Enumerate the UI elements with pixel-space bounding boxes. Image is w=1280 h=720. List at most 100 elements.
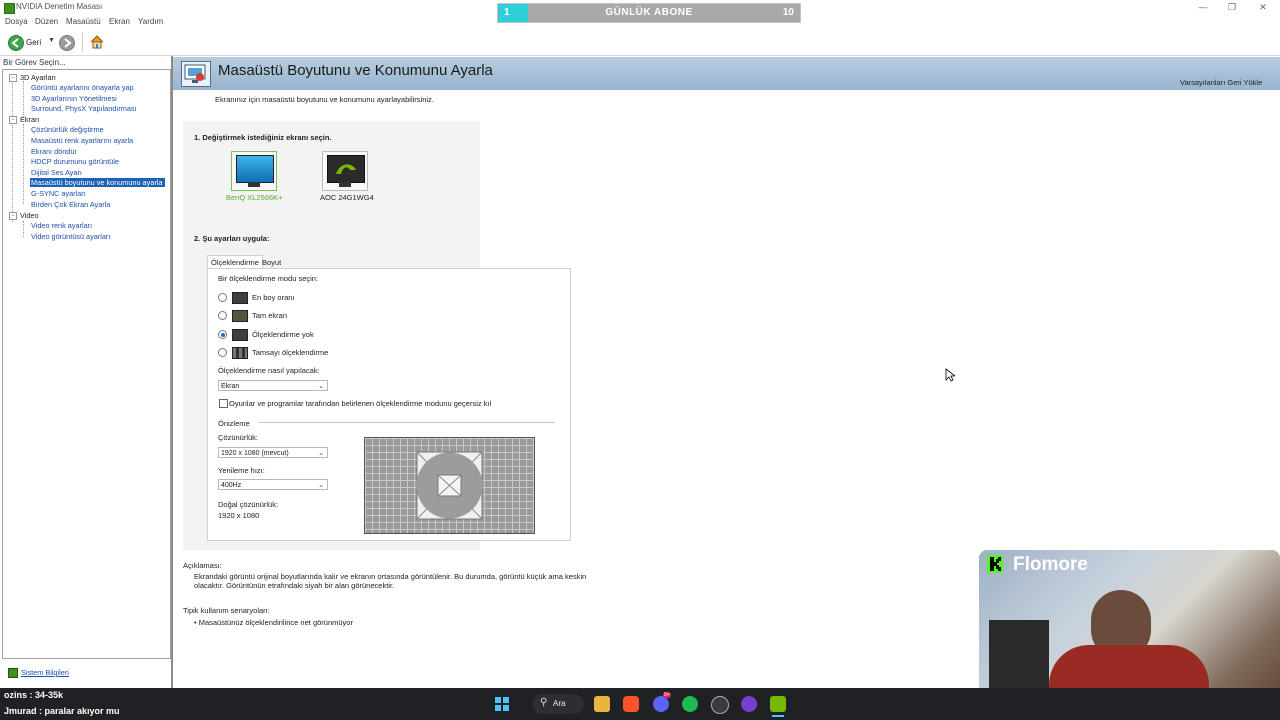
back-arrow-icon[interactable] [8, 35, 24, 51]
taskbar-search[interactable]: ⚲ Ara [532, 694, 584, 714]
resolution-label: Çözünürlük: [218, 433, 259, 442]
brave-browser-icon[interactable] [623, 696, 639, 712]
override-scaling-checkbox[interactable] [219, 399, 228, 408]
home-icon[interactable] [89, 34, 105, 52]
description-line-2: olacaktır. Görüntünün etrafındaki siyah … [194, 581, 395, 590]
tree-item-rotate-display[interactable]: Ekranı döndür [31, 147, 77, 156]
nvidia-taskbar-icon[interactable] [770, 696, 786, 712]
menu-ekran[interactable]: Ekran [109, 17, 130, 26]
display-name-benq[interactable]: BenQ XL2566K+ [226, 193, 283, 202]
display-name-aoc[interactable]: AOC 24G1WG4 [320, 193, 374, 202]
discord-icon[interactable]: 9+ [653, 692, 671, 712]
scaling-no-scaling-label[interactable]: Ölçeklendirme yok [252, 330, 314, 339]
task-select-header: Bir Görev Seçin... [3, 58, 66, 67]
perform-scaling-on-label: Ölçeklendirme nasıl yapılacak: [218, 366, 320, 375]
radio-aspect-ratio[interactable] [218, 293, 227, 302]
page-title: Masaüstü Boyutunu ve Konumunu Ayarla [218, 62, 493, 79]
preview-image-icon [416, 451, 483, 520]
collapse-display-icon[interactable]: − [9, 116, 17, 124]
spotify-icon[interactable] [682, 696, 698, 712]
scaling-mode-label: Bir ölçeklendirme modu seçin: [218, 274, 319, 283]
monitor-stand-icon [339, 182, 351, 187]
tree-item-digital-audio[interactable]: Dijital Ses Ayarı [31, 168, 82, 177]
preview-divider [258, 422, 555, 423]
tree-item-change-resolution[interactable]: Çözünürlük değiştirme [31, 125, 104, 134]
tree-category-3d[interactable]: 3D Ayarları [20, 73, 56, 82]
maximize-button[interactable]: ❐ [1215, 0, 1249, 14]
scaling-aspect-ratio-label[interactable]: En boy oranı [252, 293, 295, 302]
no-scaling-icon [232, 329, 248, 341]
menu-masaustu[interactable]: Masaüstü [66, 17, 101, 26]
usage-item: • Masaüstünüz ölçeklendirilince net görü… [194, 618, 353, 627]
tree-item-video-image[interactable]: Video görüntüsü ayarları [31, 232, 110, 241]
tree-item-manage-3d[interactable]: 3D Ayarlarının Yönetilmesi [31, 94, 117, 103]
tree-category-video[interactable]: Video [20, 211, 39, 220]
menu-dosya[interactable]: Dosya [5, 17, 28, 26]
chevron-down-icon: ⌄ [318, 482, 324, 489]
close-button[interactable]: ✕ [1246, 0, 1280, 14]
aspect-ratio-icon [232, 292, 248, 304]
forward-arrow-icon[interactable] [59, 35, 75, 51]
scaling-integer-label[interactable]: Tamsayı ölçeklendirme [252, 348, 328, 357]
menu-duzen[interactable]: Düzen [35, 17, 58, 26]
app-circle-icon[interactable] [741, 696, 757, 712]
tree-category-display[interactable]: Ekran [20, 115, 39, 124]
description-line-1: Ekrandaki görüntü orijinal boyutlarında … [194, 572, 587, 581]
window-title: NVIDIA Denetim Masası [16, 2, 103, 11]
mouse-cursor-icon [945, 368, 957, 384]
windows-start-icon[interactable] [494, 696, 510, 712]
search-icon: ⚲ [540, 697, 548, 708]
override-scaling-label[interactable]: Oyunlar ve programlar tarafından belirle… [229, 399, 491, 408]
radio-integer-scaling[interactable] [218, 348, 227, 357]
tree-guide-line [23, 124, 24, 204]
active-app-indicator [772, 715, 784, 717]
steam-icon[interactable] [711, 696, 729, 714]
tree-item-hdcp-status[interactable]: HDCP durumunu görüntüle [31, 157, 119, 166]
tree-item-image-settings[interactable]: Görüntü ayarlarını önayarla yap [31, 83, 134, 92]
task-tree: − 3D Ayarları Görüntü ayarlarını önayarl… [2, 69, 171, 659]
system-info-icon [8, 668, 18, 678]
radio-no-scaling[interactable] [218, 330, 227, 339]
tree-item-gsync[interactable]: G-SYNC ayarları [31, 189, 86, 198]
tree-item-desktop-size-position[interactable]: Masaüstü boyutunu ve konumunu ayarla [30, 178, 166, 187]
back-dropdown-icon[interactable]: ▼ [48, 37, 55, 44]
monitor-stand-icon [248, 182, 260, 187]
collapse-video-icon[interactable]: − [9, 212, 17, 220]
tab-scaling[interactable]: Ölçeklendirme [207, 255, 263, 269]
scaling-full-screen-label[interactable]: Tam ekran [252, 311, 287, 320]
menu-yardim[interactable]: Yardım [138, 17, 163, 26]
tree-guide-line [12, 80, 13, 222]
display-benq[interactable] [231, 151, 277, 191]
radio-full-screen[interactable] [218, 311, 227, 320]
native-resolution-value: 1920 x 1080 [218, 511, 260, 520]
refresh-rate-select[interactable]: 400Hz ⌄ [218, 479, 328, 490]
display-aoc[interactable] [322, 151, 368, 191]
tree-item-surround-physx[interactable]: Surround, PhysX Yapılandırması [31, 104, 137, 113]
collapse-3d-icon[interactable]: − [9, 74, 17, 82]
system-info-link[interactable]: Sistem Bilgileri [21, 668, 69, 677]
toolbar [0, 29, 1280, 56]
usage-heading: Tipik kullanım senaryoları: [183, 606, 270, 615]
scaling-preview [364, 437, 535, 534]
restore-defaults-link[interactable]: Varsayılanları Geri Yükle [1180, 78, 1262, 87]
chat-line-2: Jmurad : paralar akıyor mu [4, 706, 120, 716]
toolbar-divider [82, 33, 83, 51]
panel-splitter[interactable] [171, 56, 173, 688]
tree-item-multiple-displays[interactable]: Birden Çok Ekran Ayarla [31, 200, 110, 209]
tree-guide-line [23, 221, 24, 237]
desktop-size-icon [181, 61, 211, 87]
full-screen-icon [232, 310, 248, 322]
menu-bar [0, 14, 1280, 28]
native-resolution-label: Doğal çözünürlük: [218, 500, 279, 509]
streamer-name: Flomore [1013, 554, 1088, 575]
resolution-select[interactable]: 1920 x 1080 (mevcut) ⌄ [218, 447, 328, 458]
refresh-rate-value: 400Hz [221, 482, 242, 489]
perform-scaling-on-select[interactable]: Ekran ⌄ [218, 380, 328, 391]
file-explorer-icon[interactable] [594, 696, 610, 712]
taskbar-search-label: Ara [553, 699, 566, 708]
refresh-rate-label: Yenileme hızı: [218, 466, 265, 475]
tree-item-video-color[interactable]: Video renk ayarları [31, 221, 92, 230]
back-button[interactable]: Geri [26, 38, 41, 47]
tree-item-color-settings[interactable]: Masaüstü renk ayarlarını ayarla [31, 136, 133, 145]
integer-scaling-icon [232, 347, 248, 359]
